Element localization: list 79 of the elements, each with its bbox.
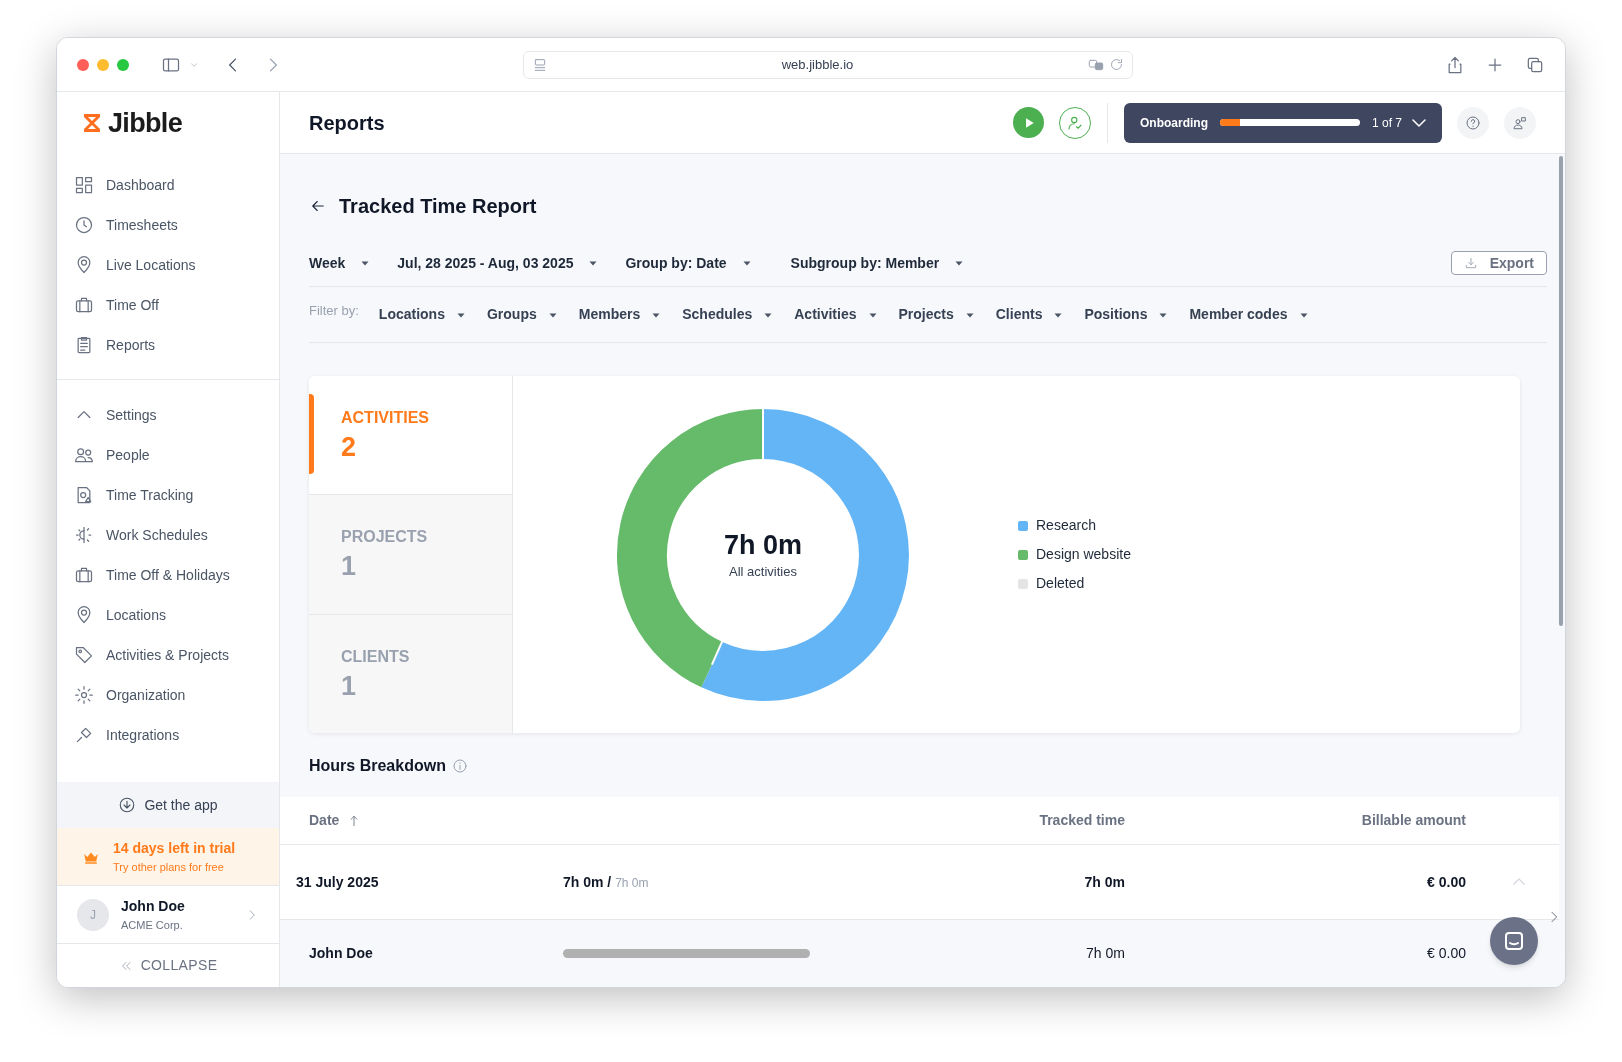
nav-item[interactable]: Live Locations — [57, 245, 279, 285]
suitcase-icon — [74, 565, 94, 585]
filter-dropdown[interactable]: Activities — [794, 304, 879, 325]
filter-dropdown[interactable]: Positions — [1084, 304, 1170, 325]
tab-label: CLIENTS — [341, 646, 411, 667]
donut-caption: All activities — [729, 562, 797, 581]
column-header[interactable]: Billable amount — [1125, 810, 1466, 831]
trial-title: 14 days left in trial — [113, 838, 236, 858]
onboarding-count: 1 of 7 — [1372, 114, 1403, 132]
scrollbar-thumb[interactable] — [1559, 156, 1563, 626]
export-button[interactable]: Export — [1450, 251, 1547, 275]
grid-icon — [74, 175, 94, 195]
tag-icon — [74, 645, 94, 665]
nav-item[interactable]: Integrations — [57, 715, 279, 755]
people-icon — [74, 445, 94, 465]
dropdown-button[interactable]: Group by: Date — [625, 252, 753, 274]
question-mark-icon — [1465, 114, 1481, 131]
filter-dropdown[interactable]: Projects — [898, 304, 976, 325]
legend-label: Research — [1036, 516, 1096, 535]
trial-subtitle: Try other plans for free — [113, 859, 225, 875]
collapse-button[interactable]: COLLAPSE — [57, 944, 279, 987]
report-title: Tracked Time Report — [339, 194, 537, 219]
filter-label: Filter by: — [309, 301, 359, 320]
nav-item[interactable]: Time Off & Holidays — [57, 555, 279, 595]
clock-icon — [74, 215, 94, 235]
user-name: John Doe — [121, 896, 186, 916]
team-settings-button[interactable] — [1504, 106, 1536, 139]
legend-label: Design website — [1036, 545, 1131, 564]
legend-label: Deleted — [1036, 574, 1085, 593]
start-timer-button[interactable] — [1013, 107, 1044, 138]
settings-toggle[interactable]: Settings — [57, 395, 279, 435]
nav-item[interactable]: Timesheets — [57, 205, 279, 245]
nav-item[interactable]: Reports — [57, 325, 279, 365]
nav-item[interactable]: Locations — [57, 595, 279, 635]
onboarding-button[interactable]: Onboarding 1 of 7 — [1124, 102, 1442, 143]
nav-item[interactable]: Time Tracking — [57, 475, 279, 515]
tab-label: ACTIVITIES — [341, 408, 430, 428]
total-hours: 7h 0m — [723, 528, 802, 562]
person-gear-icon — [1512, 114, 1528, 131]
brand-name: Jibble — [108, 106, 182, 140]
section-title: Hours Breakdown — [309, 755, 446, 776]
tab-count: 2 — [341, 431, 358, 464]
page-icon — [532, 56, 548, 73]
suitcase-icon — [74, 295, 94, 315]
download-icon — [118, 796, 137, 814]
page-title: Reports — [309, 110, 386, 136]
user-avatar: J — [77, 898, 109, 931]
filter-dropdown[interactable]: Locations — [378, 304, 467, 325]
chat-icon — [1502, 929, 1526, 953]
address-bar[interactable]: web.jibble.io — [523, 50, 1133, 79]
sun-half-icon — [74, 525, 94, 545]
nav-item[interactable]: Dashboard — [57, 165, 279, 205]
column-header[interactable]: Date — [280, 810, 880, 831]
filter-dropdown[interactable]: Clients — [995, 304, 1065, 325]
nav-item[interactable]: Time Off — [57, 285, 279, 325]
filter-dropdown[interactable]: Members — [578, 304, 663, 325]
member-row[interactable]: John Doe 7h 0m € 0.00 — [280, 920, 1559, 986]
dropdown-button[interactable]: Week — [309, 252, 372, 274]
nav-item[interactable]: Activities & Projects — [57, 635, 279, 675]
chevron-down-icon — [1412, 118, 1426, 127]
tab-count: 1 — [341, 669, 358, 703]
reload-icon[interactable] — [1109, 57, 1124, 72]
filter-dropdown[interactable]: Schedules — [682, 304, 775, 325]
help-button[interactable] — [1457, 106, 1489, 139]
tab-label: PROJECTS — [341, 527, 429, 548]
filter-dropdown[interactable]: Groups — [486, 304, 559, 325]
download-icon — [1463, 256, 1478, 270]
nav-item[interactable]: People — [57, 435, 279, 475]
filter-dropdown[interactable]: Member codes — [1189, 304, 1310, 325]
company-name: ACME Corp. — [121, 917, 184, 933]
nav-item[interactable]: Organization — [57, 675, 279, 715]
nav-item[interactable]: Work Schedules — [57, 515, 279, 555]
get-app-link[interactable]: Get the app — [57, 782, 279, 828]
info-icon — [451, 757, 468, 774]
user-profile[interactable]: J John Doe ACME Corp. — [57, 886, 279, 944]
dropdown-button[interactable]: Subgroup by: Member — [790, 252, 966, 274]
tab-count: 1 — [341, 550, 358, 584]
dropdown-button[interactable]: Jul, 28 2025 - Aug, 03 2025 — [397, 252, 600, 274]
column-header[interactable]: Tracked time — [880, 810, 1125, 831]
